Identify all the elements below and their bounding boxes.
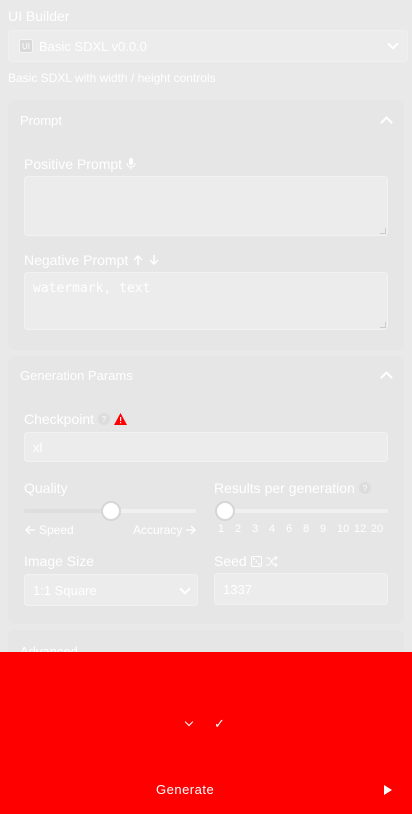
prompt-panel-title[interactable]: Prompt [20, 113, 62, 128]
seed-label: Seed [214, 553, 278, 569]
positive-prompt-label: Positive Prompt [24, 156, 136, 172]
dice-icon[interactable] [250, 555, 262, 567]
workflow-select[interactable]: UI Basic SDXL v0.0.0 [8, 30, 408, 62]
results-tick: 6 [286, 523, 293, 535]
results-per-generation-label: Results per generation ? [214, 480, 371, 496]
quality-label: Quality [24, 480, 68, 496]
workflow-select-value: Basic SDXL v0.0.0 [39, 38, 147, 54]
svg-text:?: ? [363, 484, 368, 493]
footer-select[interactable] [24, 716, 196, 734]
image-size-select[interactable]: 1:1 Square [24, 574, 198, 606]
results-slider-handle[interactable] [215, 501, 235, 521]
results-tick: 12 [354, 523, 367, 535]
generation-params-title[interactable]: Generation Params [20, 368, 133, 383]
footer-toggle[interactable]: ✓ [214, 716, 225, 732]
seed-input[interactable]: 1337 [214, 573, 388, 605]
shuffle-icon[interactable] [265, 555, 278, 567]
quality-slider-handle[interactable] [101, 501, 121, 521]
help-icon[interactable]: ? [98, 413, 111, 425]
positive-prompt-input[interactable] [24, 176, 388, 236]
results-tick: 2 [235, 523, 242, 535]
chevron-down-icon [184, 717, 194, 727]
results-slider-track[interactable] [216, 509, 388, 513]
ui-builder-label: UI Builder [8, 8, 70, 24]
speed-label: Speed [24, 523, 74, 537]
arrow-down-icon[interactable] [148, 254, 160, 266]
quality-slider-fill [24, 509, 110, 513]
warning-icon [114, 413, 128, 425]
generate-button[interactable]: Generate [156, 782, 214, 797]
results-tick: 10 [337, 523, 350, 535]
microphone-icon[interactable] [126, 158, 136, 170]
negative-prompt-input[interactable]: watermark, text [24, 272, 388, 330]
results-tick: 3 [252, 523, 259, 535]
resize-grip-icon[interactable] [380, 322, 386, 328]
image-size-label: Image Size [24, 553, 95, 569]
checkpoint-input[interactable]: xl [24, 432, 388, 462]
image-size-value: 1:1 Square [33, 582, 97, 598]
results-tick: 4 [269, 523, 276, 535]
resize-grip-icon[interactable] [380, 228, 386, 234]
chevron-down-icon [179, 583, 191, 595]
svg-text:?: ? [102, 415, 107, 424]
accuracy-label: Accuracy [133, 523, 197, 537]
chevron-down-icon [387, 38, 399, 50]
arrow-left-icon [25, 525, 35, 535]
help-icon[interactable]: ? [358, 482, 371, 494]
results-tick: 9 [320, 523, 327, 535]
negative-prompt-label: Negative Prompt [24, 252, 160, 268]
workflow-badge-icon: UI [19, 39, 33, 53]
workflow-description: Basic SDXL with width / height controls [8, 71, 216, 85]
results-tick: 20 [371, 523, 384, 535]
results-tick: 8 [303, 523, 310, 535]
checkpoint-label: Checkpoint ? [24, 411, 128, 427]
play-icon[interactable] [384, 785, 392, 795]
results-tick: 1 [218, 523, 225, 535]
arrow-right-icon [186, 525, 197, 535]
arrow-up-icon[interactable] [132, 254, 144, 266]
